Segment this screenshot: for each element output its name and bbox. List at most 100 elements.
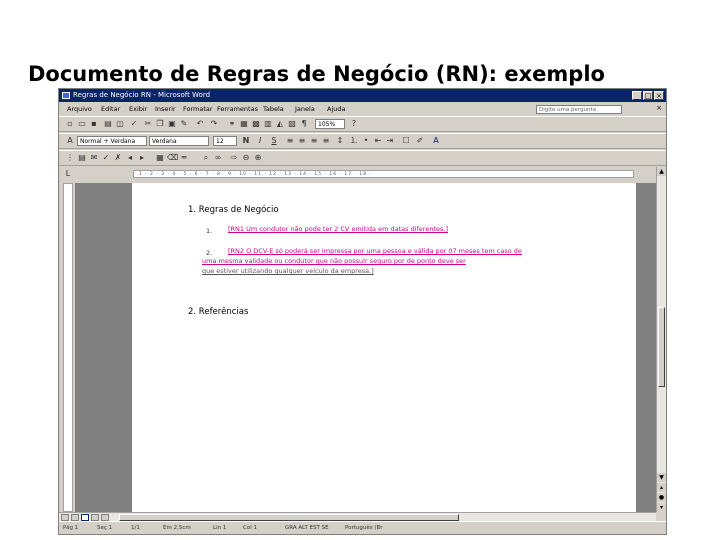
map-icon[interactable]: ▧ bbox=[287, 119, 297, 129]
save-icon[interactable]: ▪ bbox=[89, 119, 99, 129]
font-select[interactable]: Verdana bbox=[149, 136, 209, 146]
justify-icon[interactable]: ≡ bbox=[321, 136, 331, 146]
help-icon[interactable]: ? bbox=[349, 119, 359, 129]
zoom-select[interactable]: 105% bbox=[315, 119, 345, 129]
minimize-button[interactable]: _ bbox=[632, 91, 642, 100]
print-layout-icon[interactable] bbox=[81, 514, 89, 521]
menu-tabela[interactable]: Tabela bbox=[263, 103, 284, 115]
status-section: Seç 1 bbox=[97, 525, 113, 531]
browse-object-icon[interactable]: ● bbox=[657, 493, 666, 502]
align-center-icon[interactable]: ≡ bbox=[297, 136, 307, 146]
bold-button[interactable]: N bbox=[241, 136, 251, 146]
align-right-icon[interactable]: ≡ bbox=[309, 136, 319, 146]
font-size-select[interactable]: 12 bbox=[213, 136, 237, 146]
underline-button[interactable]: S bbox=[269, 136, 279, 146]
increase-indent-icon[interactable]: ⇥ bbox=[385, 136, 395, 146]
menu-exibir[interactable]: Exibir bbox=[129, 103, 147, 115]
previous-change-icon[interactable]: ◂ bbox=[125, 153, 135, 163]
vertical-scrollbar[interactable]: ▲ ▼ ▴ ● ▾ bbox=[656, 167, 666, 512]
next-change-icon[interactable]: ▸ bbox=[137, 153, 147, 163]
zoom-out-icon[interactable]: ⊖ bbox=[241, 153, 251, 163]
copy-icon[interactable]: ❐ bbox=[155, 119, 165, 129]
find-icon[interactable]: ⌕ bbox=[201, 153, 211, 163]
font-color-icon[interactable]: A bbox=[431, 136, 441, 146]
menu-editar[interactable]: Editar bbox=[101, 103, 120, 115]
redo-icon[interactable]: ↷ bbox=[209, 119, 219, 129]
numbering-icon[interactable]: ⒈ bbox=[349, 136, 359, 146]
rule-2-line-2: uma mesma validade ou condutor que não p… bbox=[202, 257, 466, 265]
tab-stop-icon[interactable]: L bbox=[63, 169, 73, 179]
spelling-icon[interactable]: ✓ bbox=[129, 119, 139, 129]
bullets-icon[interactable]: • bbox=[361, 136, 371, 146]
drawing-icon[interactable]: ◭ bbox=[275, 119, 285, 129]
rule-2-line-1: [RN2 O DCV-E só poderá ser impressa por … bbox=[228, 247, 522, 255]
track-changes-icon[interactable]: ▤ bbox=[77, 153, 87, 163]
maximize-button[interactable]: □ bbox=[643, 91, 653, 100]
ruler-marks: · 1 · 2 · 3 · 4 · 5 · 6 · 7 · 8 · 9 · 10… bbox=[133, 170, 634, 178]
vertical-ruler bbox=[63, 183, 73, 512]
formatting-toolbar: A Normal + Verdana Verdana 12 N I S ≡ ≡ … bbox=[59, 133, 666, 149]
insert-table-icon[interactable]: ▦ bbox=[155, 153, 165, 163]
section-heading-rules: 1. Regras de Negócio bbox=[188, 205, 279, 215]
web-view-icon[interactable] bbox=[71, 514, 79, 521]
menu-arquivo[interactable]: Arquivo bbox=[67, 103, 92, 115]
paragraph-marks-icon[interactable]: ¶ bbox=[299, 119, 309, 129]
line-spacing-icon[interactable]: ↕ bbox=[335, 136, 345, 146]
paste-icon[interactable]: ▣ bbox=[167, 119, 177, 129]
preview-icon[interactable]: ◫ bbox=[115, 119, 125, 129]
format-painter-icon[interactable]: ✎ bbox=[179, 119, 189, 129]
align-left-icon[interactable]: ≡ bbox=[285, 136, 295, 146]
excel-icon[interactable]: ▩ bbox=[251, 119, 261, 129]
word-icon bbox=[62, 92, 70, 99]
help-search-input[interactable]: Digite uma pergunta bbox=[536, 105, 622, 114]
open-icon[interactable]: ▭ bbox=[77, 119, 87, 129]
reject-change-icon[interactable]: ✗ bbox=[113, 153, 123, 163]
section-heading-references: 2. Referências bbox=[188, 307, 249, 317]
vertical-scroll-thumb[interactable] bbox=[658, 307, 665, 387]
table-icon[interactable]: ▦ bbox=[239, 119, 249, 129]
status-line: Lin 1 bbox=[213, 525, 227, 531]
accept-change-icon[interactable]: ✓ bbox=[101, 153, 111, 163]
status-bar: Pág 1 Seç 1 1/1 Em 2,5cm Lin 1 Col 1 GRA… bbox=[59, 521, 666, 534]
eraser-icon[interactable]: ⌫ bbox=[167, 153, 178, 163]
menu-ferramentas[interactable]: Ferramentas bbox=[217, 103, 258, 115]
border-icon[interactable]: ☐ bbox=[401, 136, 411, 146]
scroll-up-icon[interactable]: ▲ bbox=[657, 167, 666, 176]
previous-page-icon[interactable]: ▴ bbox=[657, 483, 666, 492]
word-window: Regras de Negócio RN - Microsoft Word _ … bbox=[58, 88, 667, 535]
outline-view-icon[interactable] bbox=[91, 514, 99, 521]
window-title: Regras de Negócio RN - Microsoft Word bbox=[73, 91, 211, 99]
style-select[interactable]: Normal + Verdana bbox=[77, 136, 147, 146]
comment-icon[interactable]: ✉ bbox=[89, 153, 99, 163]
horizontal-scroll-thumb[interactable] bbox=[119, 514, 459, 521]
cut-icon[interactable]: ✂ bbox=[143, 119, 153, 129]
highlight-icon[interactable]: ✐ bbox=[415, 136, 425, 146]
print-icon[interactable]: ▤ bbox=[103, 119, 113, 129]
status-page: Pág 1 bbox=[63, 525, 79, 531]
menu-janela[interactable]: Janela bbox=[295, 103, 315, 115]
reading-view-icon[interactable] bbox=[101, 514, 109, 521]
next-page-icon[interactable]: ▾ bbox=[657, 503, 666, 512]
line-style-icon[interactable]: ═ bbox=[179, 153, 189, 163]
document-page[interactable]: 1. Regras de Negócio 1. [RN1 Um condutor… bbox=[132, 183, 636, 512]
reviewing-toolbar: ⋮ ▤ ✉ ✓ ✗ ◂ ▸ ▦ ⌫ ═ ⌕ ∞ ⇨ ⊖ ⊕ bbox=[59, 150, 666, 166]
hyperlink-icon[interactable]: ⚭ bbox=[227, 119, 237, 129]
decrease-indent-icon[interactable]: ⇤ bbox=[373, 136, 383, 146]
zoom-in-icon[interactable]: ⊕ bbox=[253, 153, 263, 163]
menu-inserir[interactable]: Inserir bbox=[155, 103, 176, 115]
rule-2-number: 2. bbox=[206, 249, 213, 257]
binoculars-icon[interactable]: ∞ bbox=[213, 153, 223, 163]
title-bar: Regras de Negócio RN - Microsoft Word _ … bbox=[59, 89, 666, 102]
new-icon[interactable]: ▫ bbox=[65, 119, 75, 129]
columns-icon[interactable]: ▥ bbox=[263, 119, 273, 129]
italic-button[interactable]: I bbox=[255, 136, 265, 146]
close-document-icon[interactable]: × bbox=[656, 104, 662, 112]
menu-ajuda[interactable]: Ajuda bbox=[327, 103, 345, 115]
close-button[interactable]: × bbox=[654, 91, 664, 100]
styles-pane-icon[interactable]: A bbox=[65, 136, 75, 146]
normal-view-icon[interactable] bbox=[61, 514, 69, 521]
undo-icon[interactable]: ↶ bbox=[195, 119, 205, 129]
menu-formatar[interactable]: Formatar bbox=[183, 103, 213, 115]
forward-icon[interactable]: ⇨ bbox=[229, 153, 239, 163]
scroll-down-icon[interactable]: ▼ bbox=[657, 473, 666, 482]
